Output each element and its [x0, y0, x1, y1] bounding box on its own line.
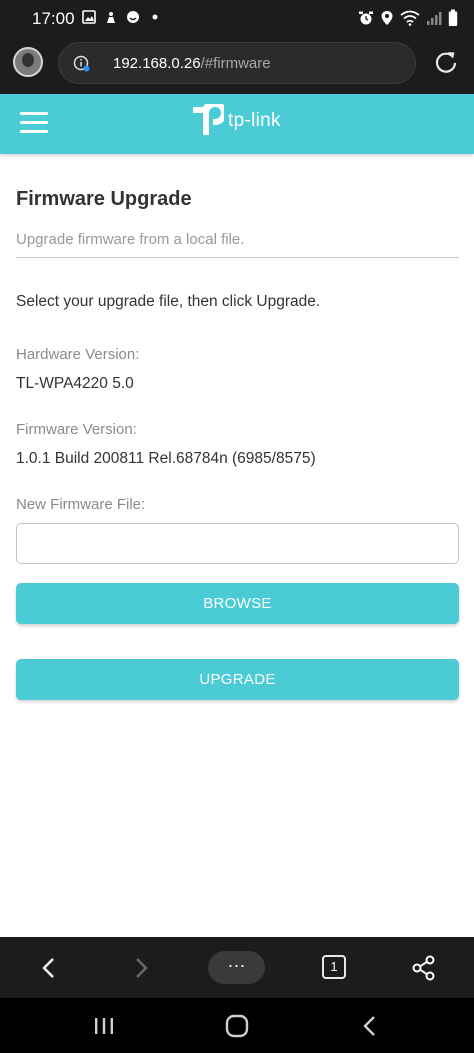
- location-icon: [381, 11, 393, 25]
- share-icon[interactable]: [408, 952, 440, 984]
- firmware-version-label: Firmware Version:: [16, 421, 137, 438]
- reload-icon[interactable]: [432, 48, 460, 76]
- system-nav-bar: [0, 998, 474, 1053]
- browser-address-bar: 192.168.0.26/#firmware: [0, 36, 474, 94]
- gesture-icon: [107, 12, 115, 23]
- profile-avatar[interactable]: [13, 47, 43, 77]
- brand-name: tp-link: [228, 110, 281, 131]
- gallery-icon: [82, 10, 96, 24]
- dot-icon: [152, 14, 158, 20]
- back-icon[interactable]: [34, 952, 66, 984]
- browser-toolbar: ··· 1: [0, 937, 474, 998]
- url-host: 192.168.0.26: [113, 55, 201, 72]
- signal-icon: [427, 12, 442, 25]
- alarm-icon: [359, 11, 373, 25]
- new-firmware-file-label: New Firmware File:: [16, 496, 146, 513]
- forward-icon[interactable]: [124, 952, 156, 984]
- browse-button[interactable]: BROWSE: [16, 583, 459, 624]
- firmware-file-field[interactable]: [16, 523, 459, 564]
- menu-icon[interactable]: [20, 112, 48, 134]
- back-nav-icon[interactable]: [358, 1014, 382, 1038]
- hardware-version-value: TL-WPA4220 5.0: [16, 375, 134, 392]
- url-path: /#firmware: [200, 55, 271, 72]
- firmware-version-value: 1.0.1 Build 200811 Rel.68784n (6985/8575…: [16, 450, 316, 467]
- face-icon: [127, 11, 139, 23]
- tabs-button[interactable]: 1: [322, 955, 346, 979]
- status-time: 17:00: [32, 9, 75, 28]
- divider: [16, 257, 459, 258]
- page-title: Firmware Upgrade: [16, 188, 192, 210]
- home-icon[interactable]: [224, 1014, 250, 1038]
- notification-icons: [82, 10, 162, 24]
- tp-link-logo-mark: [193, 104, 224, 135]
- page-subtitle: Upgrade firmware from a local file.: [16, 231, 245, 248]
- system-icons: [358, 9, 458, 27]
- upgrade-button[interactable]: UPGRADE: [16, 659, 459, 700]
- url-text: 192.168.0.26/#firmware: [113, 55, 271, 72]
- router-header: tp-link: [0, 94, 474, 154]
- instruction-text: Select your upgrade file, then click Upg…: [16, 293, 321, 310]
- more-menu-button[interactable]: ···: [208, 951, 265, 984]
- url-field[interactable]: 192.168.0.26/#firmware: [58, 42, 416, 84]
- site-info-icon[interactable]: [73, 55, 91, 73]
- tp-link-logo: tp-link: [190, 104, 281, 138]
- status-bar: 17:00: [0, 0, 474, 36]
- hardware-version-label: Hardware Version:: [16, 346, 140, 363]
- recent-apps-icon[interactable]: [92, 1016, 116, 1036]
- battery-icon: [448, 9, 458, 26]
- wifi-icon: [400, 10, 420, 26]
